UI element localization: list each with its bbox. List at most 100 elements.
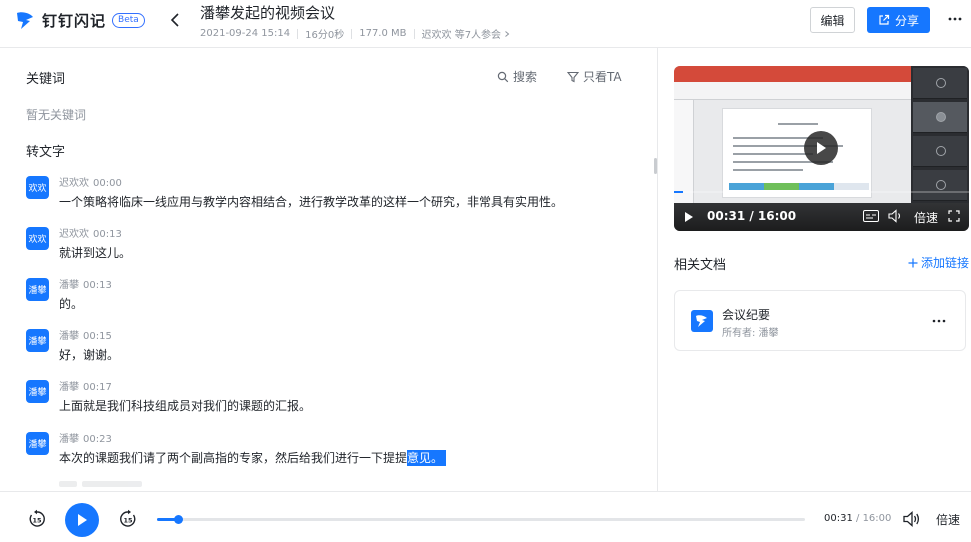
playback-time: 00:31 / 16:00 [824, 513, 891, 524]
app-header: 钉钉闪记 Beta 潘攀发起的视频会议 2021-09-24 15:14 16分… [0, 0, 971, 48]
transcript-item[interactable]: 潘攀 潘攀 00:17 上面就是我们科技组成员对我们的课题的汇报。 [26, 380, 636, 430]
doc-card[interactable]: 会议纪要 所有者: 潘攀 [674, 290, 966, 351]
preview-bar [82, 481, 142, 487]
utterance-text: 的。 [59, 297, 84, 311]
slide-text-line [778, 123, 818, 125]
camera-tile [913, 102, 967, 133]
participants-link[interactable]: 迟欢欢 等7人参会 [422, 26, 512, 41]
utterance-text: 就讲到这儿。 [59, 246, 132, 260]
playback-progress-bar[interactable] [157, 515, 805, 524]
filter-icon [567, 71, 579, 82]
play-icon [78, 514, 87, 526]
share-button[interactable]: 分享 [867, 7, 930, 33]
speaker-name: 潘攀 [59, 434, 79, 445]
subtitles-icon[interactable] [863, 210, 879, 222]
camera-off-icon [936, 146, 946, 156]
video-volume-icon[interactable] [888, 209, 904, 223]
transcript-item[interactable]: 潘攀 潘攀 00:13 的。 [26, 278, 636, 328]
play-button[interactable] [65, 503, 99, 537]
speaker-filter-button[interactable]: 只看TA [567, 68, 622, 85]
slide-table-cell [834, 183, 869, 190]
utterance-text-main: 本次的课题我们请了两个副高指的专家，然后给我们进行一下提提 [59, 451, 408, 465]
current-time: 00:31 [824, 513, 853, 524]
video-play-small-icon[interactable] [684, 211, 694, 223]
avatar: 潘攀 [26, 278, 49, 301]
video-controls: 00:31 / 16:00 倍速 [674, 203, 969, 231]
keywords-empty-text: 暂无关键词 [26, 108, 87, 122]
speaker-name: 潘攀 [59, 280, 79, 291]
pane-divider [657, 48, 658, 491]
plus-icon [908, 258, 918, 267]
total-time: 16:00 [862, 513, 892, 524]
avatar: 欢欢 [26, 176, 49, 199]
related-docs-heading: 相关文档 [674, 258, 727, 273]
doc-owner: 所有者: 潘攀 [722, 328, 779, 339]
search-button[interactable]: 搜索 [497, 68, 537, 85]
avatar: 潘攀 [26, 432, 49, 455]
keywords-heading: 关键词 [26, 72, 66, 87]
camera-off-icon [936, 78, 946, 88]
more-options-icon[interactable] [946, 10, 964, 28]
speaker-name: 潘攀 [59, 331, 79, 342]
dingtalk-logo-icon [17, 12, 33, 30]
video-time: 00:31 / 16:00 [707, 209, 797, 223]
recording-size: 177.0 MB [359, 28, 407, 39]
app-name: 钉钉闪记 [42, 11, 107, 30]
video-caption: 然后给我们进行一下提提意见 [84, 151, 214, 162]
video-progress-bar[interactable] [674, 191, 969, 193]
avatar: 欢欢 [26, 227, 49, 250]
transcript-item[interactable]: 欢欢 迟欢欢 00:00 一个策略将临床一线应用与教学内容相结合，进行教学改革的这… [26, 176, 636, 226]
transcript-item[interactable]: 潘攀 潘攀 00:15 好，谢谢。 [26, 329, 636, 379]
app-logo[interactable]: 钉钉闪记 Beta [14, 9, 145, 31]
utterance-meta: 迟欢欢 00:13 [59, 225, 122, 240]
camera-tile [913, 68, 967, 99]
timestamp: 00:23 [83, 434, 112, 445]
doc-more-icon[interactable] [931, 313, 947, 329]
forward-seconds: 15 [123, 517, 133, 525]
timestamp: 00:15 [83, 331, 112, 342]
play-icon [817, 142, 826, 154]
page-title: 潘攀发起的视频会议 [200, 4, 336, 22]
pane-resize-handle[interactable] [654, 158, 657, 174]
doc-name: 会议纪要 [722, 308, 771, 322]
dingtalk-doc-icon [691, 310, 713, 332]
filter-label: 只看TA [583, 70, 622, 84]
volume-icon[interactable] [903, 511, 921, 527]
slide-table [729, 183, 869, 190]
meeting-duration: 16分0秒 [305, 30, 345, 41]
slide-table-cell [729, 183, 764, 190]
forward-15-icon[interactable]: 15 [118, 509, 138, 529]
meta-divider [297, 28, 299, 39]
transcript-item[interactable]: 欢欢 迟欢欢 00:13 就讲到这儿。 [26, 227, 636, 277]
slide-table-cell [799, 183, 834, 190]
timestamp: 00:00 [93, 178, 122, 189]
edit-button[interactable]: 编辑 [810, 7, 855, 33]
video-progress-fill [674, 191, 684, 193]
speaker-name: 迟欢欢 [59, 178, 89, 189]
timestamp: 00:13 [83, 280, 112, 291]
add-link-label: 添加链接 [921, 256, 970, 270]
camera-off-icon [936, 180, 946, 190]
speaker-name: 迟欢欢 [59, 229, 89, 240]
timestamp: 00:13 [93, 229, 122, 240]
video-player[interactable]: 00:31 / 16:00 倍速 [674, 66, 969, 231]
playback-scrubber-handle[interactable] [173, 515, 183, 524]
rewind-15-icon[interactable]: 15 [27, 509, 47, 529]
utterance-text: 一个策略将临床一线应用与教学内容相结合，进行教学改革的这样一个研究，非常具有实用… [59, 195, 564, 209]
participants-text: 迟欢欢 等7人参会 [421, 30, 502, 41]
utterance-meta: 迟欢欢 00:00 [59, 174, 122, 189]
share-label: 分享 [894, 13, 919, 28]
video-play-button[interactable] [804, 131, 838, 165]
transcript-item[interactable]: 潘攀 潘攀 00:23 本次的课题我们请了两个副高指的专家，然后给我们进行一下提提… [26, 432, 636, 482]
beta-badge: Beta [112, 12, 145, 28]
add-link-button[interactable]: 添加链接 [908, 254, 969, 271]
chevron-right-icon [505, 30, 510, 37]
video-speed-button[interactable]: 倍速 [914, 209, 938, 226]
audio-player-bar: 15 15 00:31 / 16:00 倍速 [0, 491, 971, 542]
avatar: 潘攀 [26, 380, 49, 403]
fullscreen-icon[interactable] [948, 210, 960, 222]
preview-bar [59, 481, 77, 487]
playback-speed-button[interactable]: 倍速 [936, 511, 960, 528]
back-chevron-icon[interactable] [166, 10, 186, 30]
selected-text[interactable]: 意见。 [407, 450, 447, 466]
